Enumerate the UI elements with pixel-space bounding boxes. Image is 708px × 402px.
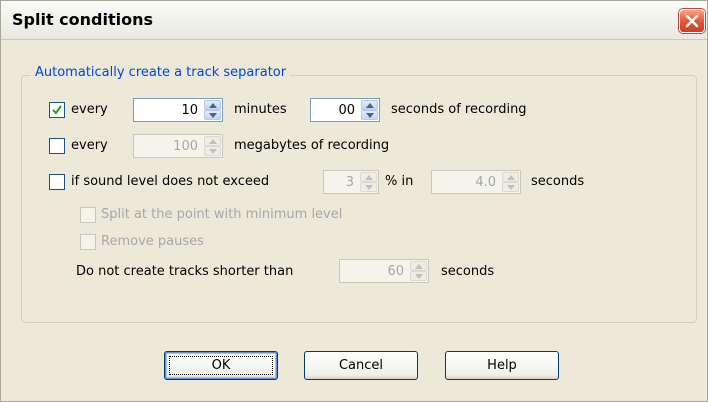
help-button[interactable]: Help	[445, 351, 559, 380]
minutes-down-button[interactable]	[204, 110, 221, 120]
percent-value: 3	[345, 175, 354, 190]
min-track-spinner[interactable]: 60	[339, 259, 429, 283]
down-arrow-icon	[209, 113, 217, 118]
group-label: Automatically create a track separator	[31, 65, 291, 80]
dialog-title: Split conditions	[12, 10, 154, 29]
megabytes-spinner[interactable]: 100	[133, 134, 223, 158]
every-minutes-checkbox[interactable]	[49, 102, 65, 118]
percent-in-label: % in	[385, 174, 414, 189]
up-arrow-icon	[209, 103, 217, 108]
split-min-level-checkbox[interactable]	[80, 207, 96, 223]
focus-rectangle	[169, 356, 273, 375]
sound-level-checkbox[interactable]	[49, 174, 65, 190]
up-arrow-icon	[209, 139, 217, 144]
percent-up-button[interactable]	[360, 172, 377, 182]
down-arrow-icon	[365, 185, 373, 190]
seconds-value: 00	[338, 103, 355, 118]
sound-seconds-value: 4.0	[475, 175, 496, 190]
megabytes-up-button[interactable]	[204, 136, 221, 146]
every-megabytes-label: every	[71, 138, 108, 153]
ok-button[interactable]: OK	[164, 351, 278, 380]
check-icon	[52, 105, 62, 115]
split-min-level-label: Split at the point with minimum level	[101, 207, 343, 222]
seconds-down-button[interactable]	[361, 110, 378, 120]
every-minutes-label: every	[71, 102, 108, 117]
sound-level-label: if sound level does not exceed	[71, 174, 270, 189]
min-track-label: Do not create tracks shorter than	[76, 264, 294, 279]
remove-pauses-checkbox[interactable]	[80, 234, 96, 250]
down-arrow-icon	[366, 113, 374, 118]
minutes-value: 10	[181, 103, 198, 118]
down-arrow-icon	[209, 149, 217, 154]
min-track-value: 60	[387, 264, 404, 279]
dialog-window: Split conditions Automatically create a …	[0, 0, 708, 402]
megabytes-value: 100	[173, 139, 198, 154]
percent-spinner[interactable]: 3	[323, 170, 379, 194]
minutes-spinner[interactable]: 10	[133, 98, 223, 122]
help-button-label: Help	[487, 358, 517, 373]
min-track-up-button[interactable]	[410, 261, 427, 271]
up-arrow-icon	[365, 175, 373, 180]
title-bar[interactable]: Split conditions	[1, 1, 707, 40]
remove-pauses-label: Remove pauses	[101, 234, 204, 249]
minutes-up-button[interactable]	[204, 100, 221, 110]
close-icon	[685, 14, 699, 28]
cancel-button[interactable]: Cancel	[304, 351, 418, 380]
down-arrow-icon	[415, 274, 423, 279]
sound-seconds-spinner[interactable]: 4.0	[431, 170, 521, 194]
megabytes-down-button[interactable]	[204, 146, 221, 156]
sound-seconds-down-button[interactable]	[502, 182, 519, 192]
min-track-unit-label: seconds	[441, 264, 495, 279]
close-button[interactable]	[679, 9, 705, 33]
sound-seconds-up-button[interactable]	[502, 172, 519, 182]
every-megabytes-checkbox[interactable]	[49, 138, 65, 154]
min-track-down-button[interactable]	[410, 271, 427, 281]
minutes-unit-label: minutes	[234, 102, 287, 117]
percent-down-button[interactable]	[360, 182, 377, 192]
up-arrow-icon	[507, 175, 515, 180]
seconds-up-button[interactable]	[361, 100, 378, 110]
cancel-button-label: Cancel	[338, 358, 384, 373]
seconds-of-recording-label: seconds of recording	[391, 102, 527, 117]
megabytes-unit-label: megabytes of recording	[234, 138, 390, 153]
up-arrow-icon	[366, 103, 374, 108]
seconds-spinner[interactable]: 00	[310, 98, 380, 122]
sound-seconds-label: seconds	[531, 174, 585, 189]
up-arrow-icon	[415, 264, 423, 269]
down-arrow-icon	[507, 185, 515, 190]
